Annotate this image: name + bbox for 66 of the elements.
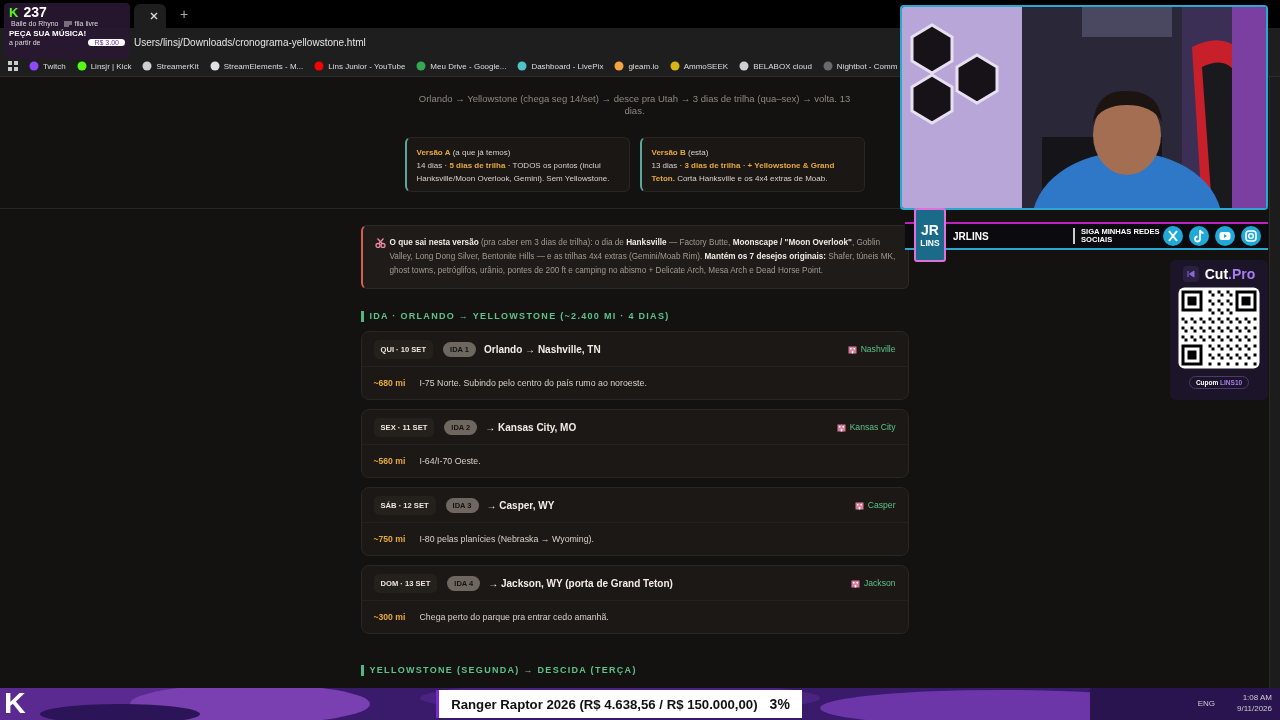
distance: ~300 mi — [373, 612, 407, 622]
route-title: Orlando → Nashville, TN — [484, 343, 601, 355]
version-title: Versão B (esta) — [651, 147, 710, 159]
list-icon — [64, 20, 73, 27]
logo-text: LINS — [920, 237, 940, 248]
bookmark-link[interactable]: Nightbot - Comm — [822, 61, 898, 71]
bookmark-link[interactable]: Lins Junior - YouTube — [314, 61, 406, 71]
close-icon[interactable] — [150, 12, 158, 20]
bookmark-link[interactable]: gleam.io — [614, 61, 659, 71]
subtitle: Orlando → Yellowstone (chega seg 14/set) → desce pra Utah → 3 dias de trilha (qua–sex) → volta. 13 dias. — [418, 93, 851, 117]
logo-text: JR — [921, 222, 939, 238]
clock-date[interactable]: 9/11/2026 — [1237, 703, 1272, 714]
distance: ~680 mi — [373, 378, 407, 388]
version-title: Versão A (a que já temos) — [416, 147, 512, 159]
distance: ~750 mi — [373, 534, 407, 544]
day-description: I-80 pelas planícies (Nebraska → Wyoming). — [419, 534, 594, 544]
kick-logo: K — [9, 5, 19, 20]
youtube-icon[interactable] — [1215, 226, 1235, 246]
section-heading: YELLOWSTONE (SEGUNDA) → DESCIDA (TERÇA) — [360, 665, 909, 676]
scrollbar[interactable] — [1269, 77, 1280, 688]
bookmark-link[interactable]: StreamerKit — [142, 61, 199, 71]
section-heading: IDA · ORLANDO → YELLOWSTONE (~2.400 MI · 4 DIAS) — [360, 311, 909, 322]
new-tab-button[interactable]: + — [180, 6, 189, 22]
skip-back-icon — [1182, 266, 1199, 282]
goal-percent: 3% — [769, 696, 790, 712]
stay-city: Kansas City — [849, 422, 896, 432]
route-title: → Jackson, WY (porta de Grand Teton) — [488, 577, 673, 589]
tiktok-icon[interactable] — [1189, 226, 1209, 246]
stay-city: Nashville — [860, 344, 896, 354]
clock-time[interactable]: 1:08 AM — [1242, 692, 1272, 703]
viewer-count: 237 — [23, 5, 47, 20]
x-icon[interactable] — [1163, 226, 1183, 246]
version-text: 14 dias · 5 dias de trilha · TODOS os pontos (inclui Hanksville/Moon Overlook, Gemini). Sem Yellowstone. — [416, 160, 611, 185]
bookmark-link[interactable]: Linsjr | Kick — [76, 61, 132, 71]
bookmark-link[interactable]: StreamElements - M... — [209, 61, 304, 71]
scissors-icon — [374, 238, 386, 248]
widget-heading: PEÇA SUA MÚSICA! — [9, 29, 88, 38]
corner-logo: K — [4, 686, 26, 720]
brand-name: .Pro — [1228, 266, 1256, 282]
goal-text: Ranger Raptor 2026 (R$ 4.638,56 / R$ 150.000,00) — [451, 696, 758, 712]
hotel-icon — [847, 344, 857, 354]
address-field[interactable]: Users/linsj/Downloads/cronograma-yellowstone.html — [134, 36, 366, 48]
brand-name: Cut — [1204, 266, 1229, 282]
stay-city: Jackson — [863, 578, 896, 588]
language-indicator[interactable]: ENG — [1197, 698, 1215, 708]
day-description: Chega perto do parque pra entrar cedo amanhã. — [419, 612, 609, 622]
stay-city: Casper — [867, 500, 896, 510]
note-text: O que sai nesta versão (pra caber em 3 dias de trilha): o dia de Hanksville — Factory Butte, Moonscape / "Moon Overlook", Goblin Valley, Long Dong Silver, Bentonite Hills — e as trilhas 4x4 extras (Gemini/Moab Rim). Mantém os 7 desejos originais: Shafer, túneis MK, ghost towns, petróglifos, urânio, pontes de 200 ft e camping no abismo + Delicate Arch, Mesa Arch e Dead Horse Point. — [389, 237, 897, 277]
apps-icon[interactable] — [8, 61, 18, 71]
bookmark-link[interactable]: Twitch — [29, 61, 66, 71]
hotel-icon — [836, 422, 846, 432]
instagram-icon[interactable] — [1241, 226, 1261, 246]
hotel-icon — [850, 578, 860, 588]
channel-name: JRLINS — [953, 230, 990, 242]
browser-tab[interactable] — [134, 4, 166, 28]
bookmark-link[interactable]: AmmoSEEK — [669, 61, 729, 71]
bookmark-link[interactable]: BELABOX cloud — [739, 61, 812, 71]
bookmark-link[interactable]: Meu Drive - Google... — [416, 61, 507, 71]
hotel-icon — [854, 500, 864, 510]
version-text: 13 dias · 3 dias de trilha · + Yellowstone & Grand Teton. Corta Hanksville e os 4x4 extras de Moab. — [651, 160, 836, 185]
bookmark-link[interactable]: Dashboard - LivePix — [517, 61, 604, 71]
route-title: → Casper, WY — [486, 499, 555, 511]
day-description: I-64/I-70 Oeste. — [419, 456, 481, 466]
day-description: I-75 Norte. Subindo pelo centro do país rumo ao noroeste. — [419, 378, 647, 388]
distance: ~560 mi — [373, 456, 407, 466]
route-title: → Kansas City, MO — [485, 421, 577, 433]
